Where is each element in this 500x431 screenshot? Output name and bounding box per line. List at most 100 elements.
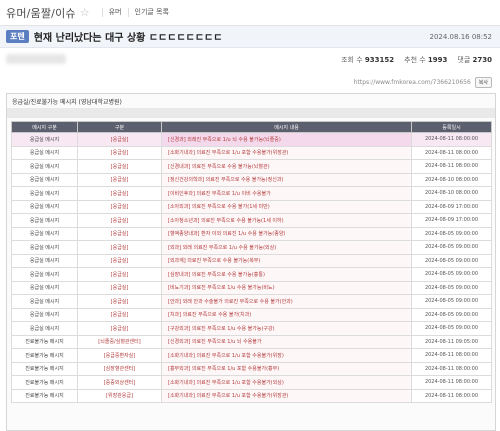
cell-when: 2024-08-11 08:00:00: [411, 348, 492, 363]
cell-kind: 응급실 메시지: [11, 321, 78, 336]
table-row[interactable]: 진료불가능 메시지 [뇌졸중/심혈관센터] [신경외과] 의료진 부족으로 1/u …: [11, 334, 492, 349]
table-row[interactable]: 응급실 메시지 [응급실] [정신건강의학과] 의료진 부족으로 수용 불가능(정신…: [11, 172, 492, 187]
table-row[interactable]: 응급실 메시지 [응급실] [이비인후과] 의료진 부족으로 1/u 이비 수용불가…: [11, 186, 492, 201]
post-stats: 조회 수 933152 추천 수 1993 댓글 2730: [341, 55, 492, 65]
table-row[interactable]: 응급실 메시지 [응급실] [신경과] 외래진 부족으로 1/u 뇌 수용 불가능(…: [11, 132, 492, 147]
table-row[interactable]: 응급실 메시지 [응급실] [치과] 의료진 부족으로 수용 불가(치과) 2024-…: [11, 307, 492, 322]
cell-type: [응급실]: [77, 240, 162, 255]
cell-type: [응급실]: [77, 159, 162, 174]
cell-kind: 응급실 메시지: [11, 132, 78, 147]
cell-when: 2024-08-11 08:00:00: [411, 388, 492, 403]
table-row[interactable]: 응급실 메시지 [응급실] [신경내과] 의료진 부족으로 수용 불가능(뇌혈관) 2…: [11, 159, 492, 174]
tab-humor[interactable]: 유머: [101, 8, 128, 17]
cell-type: [위장관응급]: [77, 388, 162, 403]
cell-type: [응급실]: [77, 226, 162, 241]
cell-when: 2024-08-05 09:00:00: [411, 280, 492, 295]
table-row[interactable]: 응급실 메시지 [응급실] [소아외과] 의료진 부족으로 수용 불가(1세 미만)…: [11, 199, 492, 214]
cell-content: [신경내과] 의료진 부족으로 수용 불가능(뇌혈관): [161, 159, 412, 174]
cell-type: [응급실]: [77, 267, 162, 282]
cell-type: [응급실]: [77, 132, 162, 147]
cell-type: [응급실]: [77, 213, 162, 228]
cell-type: [중증외상센터]: [77, 375, 162, 390]
cell-when: 2024-08-11 08:00:00: [411, 159, 492, 174]
cell-content: [심장내과] 의료진 부족으로 수용 불가능(흉통): [161, 267, 412, 282]
cell-type: [응급실]: [77, 253, 162, 268]
table-row[interactable]: 진료불가능 메시지 [응급중환자실] [소화기내과] 의료진 부족으로 1/u 포함…: [11, 348, 492, 363]
views-stat: 조회 수 933152: [341, 56, 395, 64]
cell-kind: 진료불가능 메시지: [11, 375, 78, 390]
cell-when: 2024-08-05 09:00:00: [411, 294, 492, 309]
permalink[interactable]: https://www.fmkorea.com/7366210656: [354, 79, 471, 86]
cell-content: [소화기내과] 의료진 부족으로 1/u 포함 수용불가(외상): [161, 375, 412, 390]
board-header: 유머/움짤/이슈 ☆ 유머 인기글 목록: [0, 0, 500, 26]
cell-when: 2024-08-11 08:00:00: [411, 361, 492, 376]
table-row[interactable]: 응급실 메시지 [응급실] [심장내과] 의료진 부족으로 수용 불가능(흉통) 20…: [11, 267, 492, 282]
table-row[interactable]: 응급실 메시지 [응급실] [소화기내과] 의료진 부족으로 1/u 포함 수용불가…: [11, 145, 492, 160]
star-outline-icon[interactable]: ☆: [80, 6, 90, 19]
cell-when: 2024-08-05 09:00:00: [411, 226, 492, 241]
cell-when: 2024-08-11 09:05:00: [411, 334, 492, 349]
board-tabs: 유머 인기글 목록: [101, 8, 175, 17]
frame-title: 응급실/진료불가능 메시지 (영남대학교병원): [12, 99, 122, 106]
cell-type: [뇌졸중/심혈관센터]: [77, 334, 162, 349]
cell-content: [소아외과] 의료진 부족으로 수용 불가(1세 미만): [161, 199, 412, 214]
cell-when: 2024-08-05 09:00:00: [411, 307, 492, 322]
cell-type: [응급실]: [77, 307, 162, 322]
embedded-screenshot: 응급실/진료불가능 메시지 (영남대학교병원) 메시지 구분 구분 메시지 내용…: [6, 93, 496, 431]
col-content: 메시지 내용: [161, 121, 412, 133]
cell-content: [소화기내과] 의료진 부족으로 1/u 포함 수용불가(위장관): [161, 388, 412, 403]
cell-kind: 응급실 메시지: [11, 199, 78, 214]
category-badge[interactable]: 포텐: [6, 30, 29, 43]
table-row[interactable]: 응급실 메시지 [응급실] [비뇨기과] 의료진 부족으로 1/u 수용 불가능(비…: [11, 280, 492, 295]
cell-content: [비뇨기과] 의료진 부족으로 1/u 수용 불가능(비뇨): [161, 280, 412, 295]
cell-content: [구강외과] 의료진 부족으로 1/u 수용 불가능(구강): [161, 321, 412, 336]
cell-content: [이비인후과] 의료진 부족으로 1/u 이비 수용불가: [161, 186, 412, 201]
cell-kind: 진료불가능 메시지: [11, 348, 78, 363]
cell-when: 2024-08-11 08:00:00: [411, 132, 492, 147]
frame-toolbar: [7, 108, 495, 118]
col-kind: 메시지 구분: [11, 121, 78, 133]
table-row[interactable]: 응급실 메시지 [응급실] [혈액종양내과] 환자 이외 의료진 1/u 수용 불가…: [11, 226, 492, 241]
message-table: 메시지 구분 구분 메시지 내용 등록일시 응급실 메시지 [응급실] [신경과] …: [11, 121, 492, 403]
cell-content: [정신건강의학과] 의료진 부족으로 수용 불가능(정신과): [161, 172, 412, 187]
cell-when: 2024-08-09 17:00:00: [411, 199, 492, 214]
cell-kind: 진료불가능 메시지: [11, 361, 78, 376]
cell-kind: 응급실 메시지: [11, 172, 78, 187]
cell-type: [응급실]: [77, 145, 162, 160]
table-row[interactable]: 진료불가능 메시지 [중증외상센터] [소화기내과] 의료진 부족으로 1/u 포함…: [11, 375, 492, 390]
cell-kind: 진료불가능 메시지: [11, 388, 78, 403]
cell-kind: 응급실 메시지: [11, 145, 78, 160]
cell-kind: 응급실 메시지: [11, 226, 78, 241]
table-header-row: 메시지 구분 구분 메시지 내용 등록일시: [11, 121, 492, 133]
table-row[interactable]: 응급실 메시지 [응급실] [외과계] 의료진 부족으로 수용 불가능(복부) 202…: [11, 253, 492, 268]
cell-kind: 응급실 메시지: [11, 240, 78, 255]
table-row[interactable]: 응급실 메시지 [응급실] [소아청소년과] 의료진 부족으로 수용 불가능(1세 …: [11, 213, 492, 228]
cell-content: [흉부외과] 의료진 부족으로 1/u 포함 수용불가(흉부): [161, 361, 412, 376]
table-row[interactable]: 응급실 메시지 [응급실] [외과] 외래 의료진 부족으로 1/u 수용 불가능(…: [11, 240, 492, 255]
cell-kind: 응급실 메시지: [11, 294, 78, 309]
table-row[interactable]: 진료불가능 메시지 [심장혈관센터] [흉부외과] 의료진 부족으로 1/u 포함 …: [11, 361, 492, 376]
cell-type: [응급실]: [77, 294, 162, 309]
cell-when: 2024-08-05 09:00:00: [411, 240, 492, 255]
cell-content: [안과] 외래 안과 수술불가 의료진 부족으로 수용 불가(안과): [161, 294, 412, 309]
cell-content: [신경과] 외래진 부족으로 1/u 뇌 수용 불가능(뇌졸중): [161, 132, 412, 147]
cell-content: [소화기내과] 의료진 부족으로 1/u 포함 수용불가(위장관): [161, 145, 412, 160]
cell-type: [응급실]: [77, 280, 162, 295]
permalink-row: https://www.fmkorea.com/7366210656 복사: [354, 77, 492, 88]
board-title[interactable]: 유머/움짤/이슈: [6, 5, 76, 21]
copy-url-button[interactable]: 복사: [474, 77, 492, 88]
cell-kind: 응급실 메시지: [11, 213, 78, 228]
cell-type: [응급실]: [77, 199, 162, 214]
table-row[interactable]: 응급실 메시지 [응급실] [안과] 외래 안과 수술불가 의료진 부족으로 수용 …: [11, 294, 492, 309]
table-row[interactable]: 진료불가능 메시지 [위장관응급] [소화기내과] 의료진 부족으로 1/u 포함 …: [11, 388, 492, 403]
cell-kind: 응급실 메시지: [11, 307, 78, 322]
post-date: 2024.08.16 08:52: [429, 32, 492, 41]
cell-when: 2024-08-05 09:00:00: [411, 321, 492, 336]
table-row[interactable]: 응급실 메시지 [응급실] [구강외과] 의료진 부족으로 1/u 수용 불가능(구…: [11, 321, 492, 336]
table-body: 응급실 메시지 [응급실] [신경과] 외래진 부족으로 1/u 뇌 수용 불가능(…: [11, 132, 492, 403]
col-type: 구분: [77, 121, 162, 133]
cell-content: [외과] 외래 의료진 부족으로 1/u 수용 불가능(외상): [161, 240, 412, 255]
tab-popular[interactable]: 인기글 목록: [127, 8, 175, 17]
cell-type: [응급중환자실]: [77, 348, 162, 363]
author-avatar[interactable]: [6, 54, 66, 64]
